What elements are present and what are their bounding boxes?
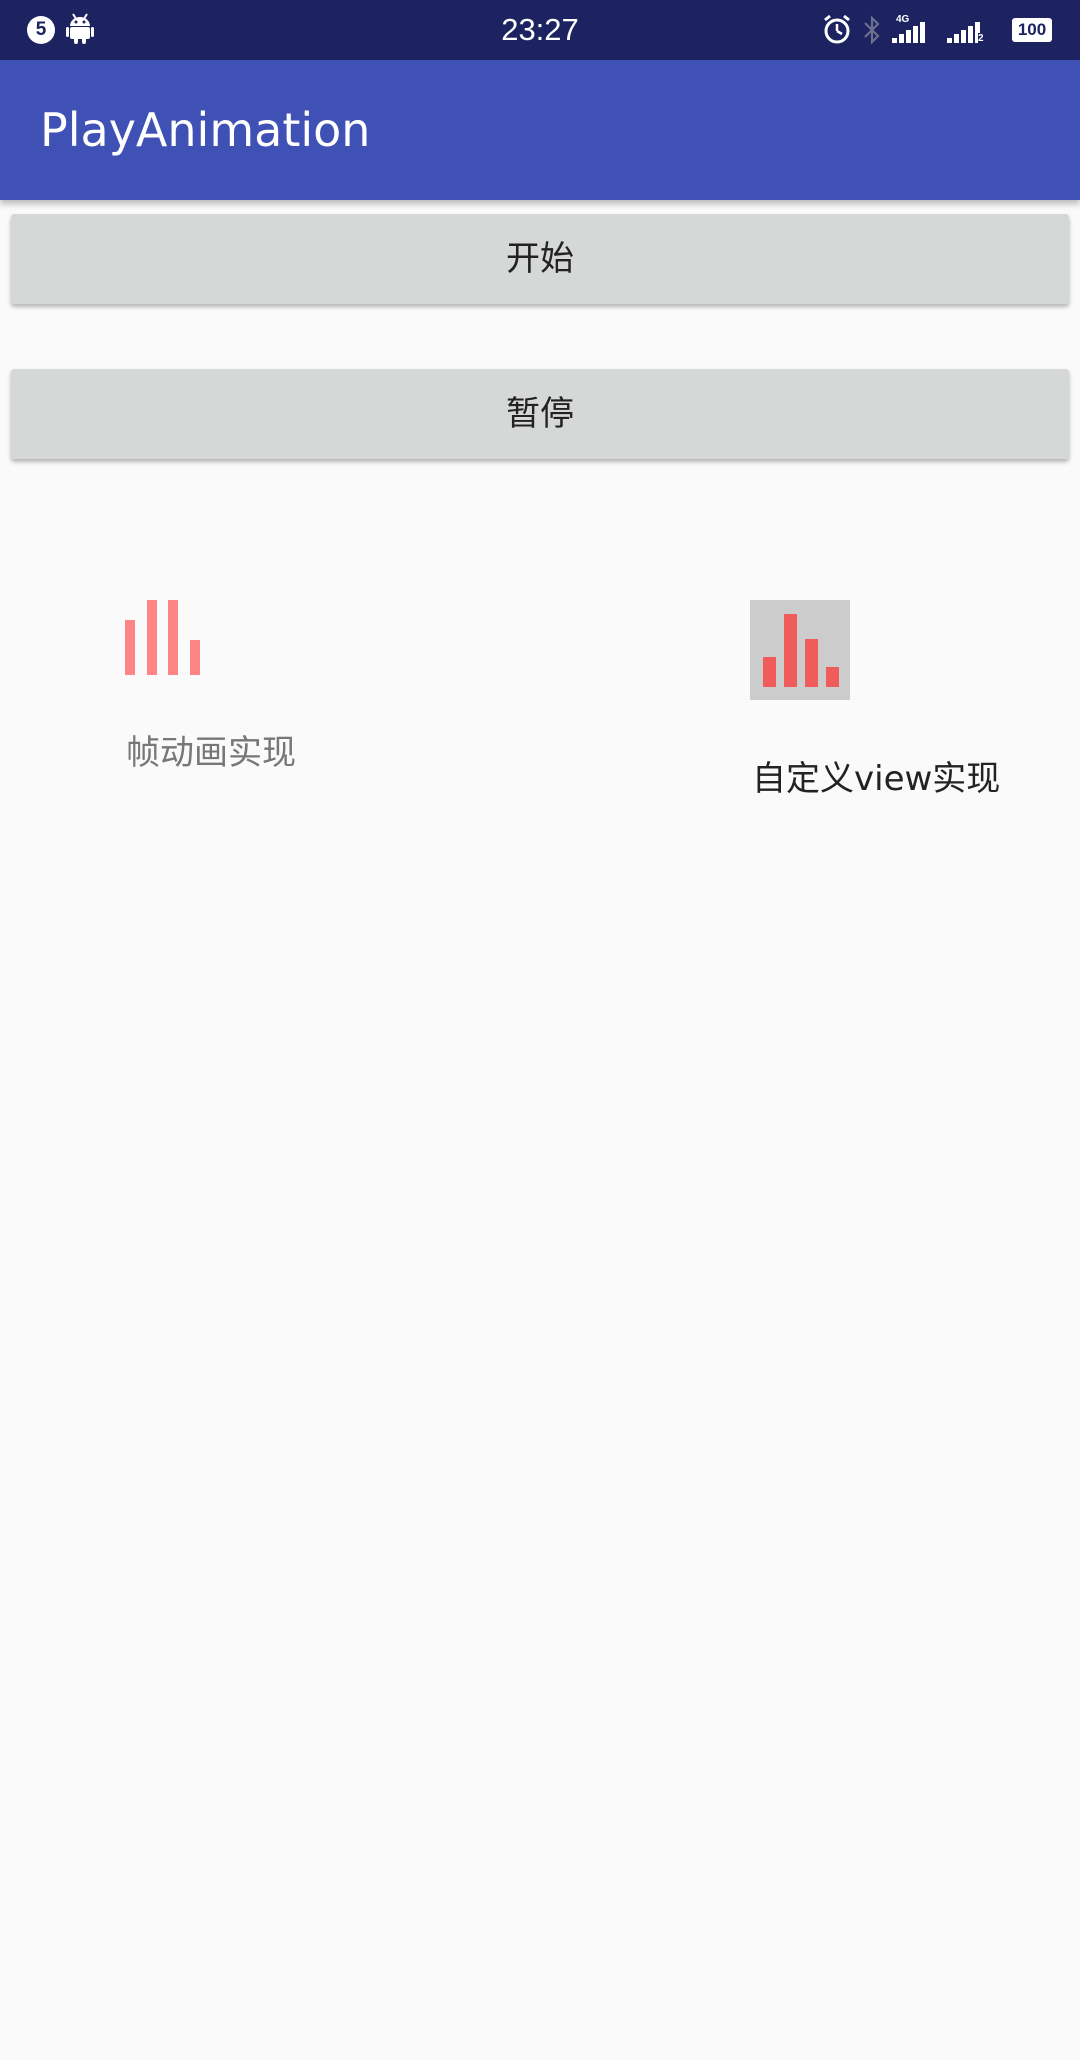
frame-animation-view [125,600,200,675]
status-icons: 4G 2 100 [822,14,1052,46]
bluetooth-icon [864,15,880,45]
app-title: PlayAnimation [40,103,371,157]
network-type-label: 4G [896,14,910,25]
status-bar: 5 23:27 4G 2 100 [0,0,1080,60]
frame-animation-label: 帧动画实现 [126,733,296,773]
custom-view-animation [750,600,850,700]
frame-animation-bar [147,600,157,675]
custom-view-bar [763,657,776,687]
alarm-icon [824,14,850,44]
pause-button[interactable]: 暂停 [11,369,1069,459]
battery-icon: 100 [1012,18,1052,42]
custom-view-bar [805,639,818,687]
frame-animation-bar [168,600,178,675]
sim2-label: 2 [978,33,984,44]
frame-animation-bar [190,640,200,675]
custom-view-bar [826,667,839,687]
custom-view-label: 自定义view实现 [752,759,1001,799]
frame-animation-bar [125,620,135,675]
start-button[interactable]: 开始 [11,214,1069,304]
app-bar: PlayAnimation [0,60,1080,200]
custom-view-bar [784,614,797,687]
